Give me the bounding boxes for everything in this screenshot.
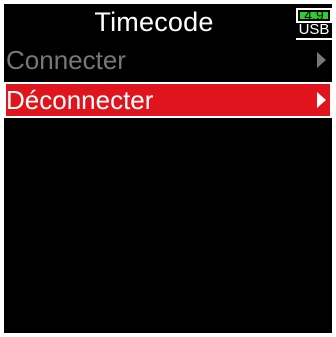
menu-item-label: Déconnecter <box>6 85 154 115</box>
page-title: Timecode <box>94 7 214 37</box>
menu-item-label: Connecter <box>6 45 126 75</box>
power-source-label: USB <box>296 22 332 40</box>
header-bar: Timecode 4.9 USB <box>4 4 332 40</box>
chevron-right-icon <box>317 52 326 68</box>
battery-indicator: 4.9 USB <box>294 7 332 40</box>
menu-item-connecter[interactable]: Connecter <box>4 42 332 78</box>
menu-list: Connecter Déconnecter <box>4 42 332 122</box>
menu-item-deconnecter[interactable]: Déconnecter <box>4 82 332 118</box>
chevron-right-icon <box>317 92 326 108</box>
device-screen: Timecode 4.9 USB Connecter Déconnecter <box>4 4 332 333</box>
